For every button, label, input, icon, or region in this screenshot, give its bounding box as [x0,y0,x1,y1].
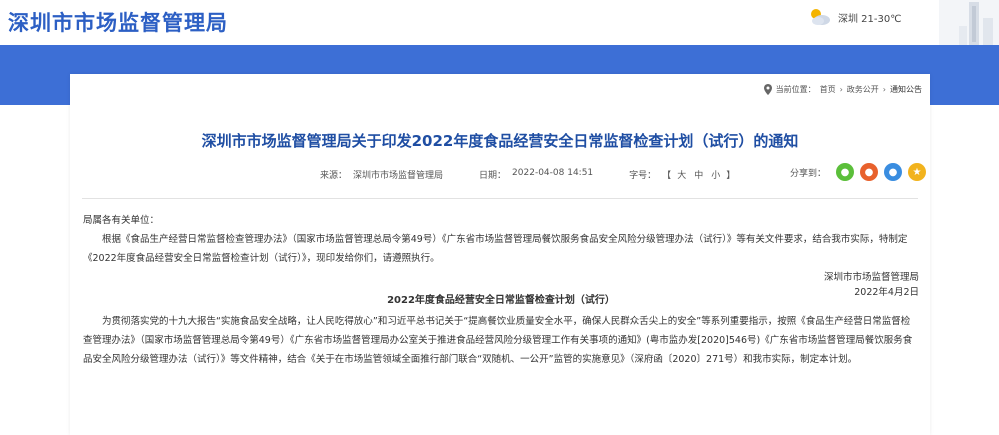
body-paragraph: 为贯彻落实党的十九大报告“实施食品安全战略，让人民吃得放心”和习近平总书记关于“… [83,316,913,365]
breadcrumb-home[interactable]: 首页 [820,84,836,95]
signature-org: 深圳市市场监督管理局 [823,272,919,283]
top-header: 深圳市市场监督管理局 深圳 21-30℃ [0,0,999,45]
body-paragraph: 根据《食品生产经营日常监督检查管理办法》（国家市场监督管理总局令第49号）《广东… [83,234,908,264]
font-size-label: 字号： [629,171,657,181]
article-title: 深圳市市场监督管理局关于印发2022年度食品经营安全日常监督检查计划（试行）的通… [201,132,799,150]
salutation: 局属各有关单位： [83,215,160,226]
signature-date: 2022年4月2日 [854,287,919,298]
article-meta: 来源： 深圳市市场监督管理局 日期： 2022-04-08 14:51 字号： … [320,168,735,181]
breadcrumb-label: 当前位置： [775,85,816,94]
font-size-medium[interactable]: 中 [694,168,703,181]
font-size-bracket-open: 【 [662,171,672,181]
article-body: 局属各有关单位： 根据《食品生产经营日常监督检查管理办法》（国家市场监督管理总局… [83,211,919,369]
location-pin-icon [763,84,772,95]
font-size-options: 大 中 小 [677,168,720,181]
breadcrumb-notices[interactable]: 通知公告 [890,84,922,95]
breadcrumb-gov-info[interactable]: 政务公开 [847,84,879,95]
font-size-small[interactable]: 小 [711,168,720,181]
weather-widget: 深圳 21-30℃ [808,6,901,28]
font-size-bracket-close: 】 [726,171,736,181]
weather-icon [811,9,830,25]
breadcrumb-separator-icon: › [839,85,843,94]
date-value: 2022-04-08 14:51 [512,168,594,178]
weather-text: 深圳 21-30℃ [838,13,902,25]
building-decoration-icon [939,0,999,45]
article-card: 当前位置： 首页 › 政务公开 › 通知公告 深圳市市场监督管理局关于印发202… [70,74,930,435]
qzone-share-icon[interactable]: ★ [908,163,927,181]
font-size-large[interactable]: 大 [677,168,686,181]
share-label: 分享到： [790,168,827,179]
site-title[interactable]: 深圳市市场监督管理局 [8,7,228,37]
breadcrumb-separator-icon: › [882,85,886,94]
divider [82,198,918,199]
source-value: 深圳市市场监督管理局 [353,171,444,181]
source-label: 来源： [320,171,348,181]
weibo-share-icon[interactable]: ● [860,163,879,181]
wechat-share-icon[interactable]: ● [836,163,855,181]
plan-title-row: 2022年度食品经营安全日常监督检查计划（试行） 2022年4月2日 [83,287,919,310]
qq-share-icon[interactable]: ● [884,163,903,181]
share-bar: 分享到： ● ● ● ★ [790,163,927,181]
plan-title: 2022年度食品经营安全日常监督检查计划（试行） [387,295,615,306]
breadcrumb: 当前位置： 首页 › 政务公开 › 通知公告 [763,84,922,95]
date-label: 日期： [479,171,507,181]
